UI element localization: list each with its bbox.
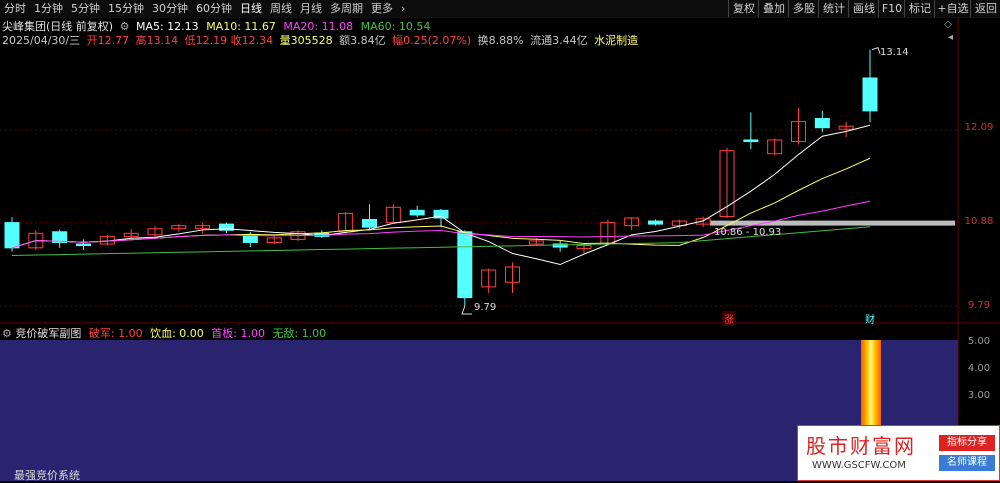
axis-level-2: 10.88	[964, 216, 994, 227]
high-leader	[871, 47, 881, 54]
sub-axis-level-1: 5.00	[967, 336, 991, 347]
tab-2[interactable]: 5分钟	[67, 0, 104, 17]
zhang-tag[interactable]: 涨	[722, 311, 736, 326]
candle-body	[862, 77, 878, 112]
toolbar-button-6[interactable]: 标记	[904, 0, 935, 17]
candle-body	[648, 220, 663, 225]
tab-4[interactable]: 30分钟	[148, 0, 192, 17]
kline-chart[interactable]	[0, 17, 1000, 481]
candle-body	[4, 222, 20, 249]
tab-0[interactable]: 分时	[0, 0, 30, 17]
candle-body	[814, 118, 830, 129]
axis-level-1: 12.09	[964, 122, 994, 133]
tab-6[interactable]: 日线	[236, 0, 266, 17]
candle-body	[457, 231, 473, 299]
tab-3[interactable]: 15分钟	[104, 0, 148, 17]
range-marker: 10.86 - 10.93	[714, 227, 782, 238]
watermark-url: WWW.GSCFW.COM	[812, 460, 906, 471]
toolbar-button-8[interactable]: 返回	[970, 0, 1000, 17]
tab-8[interactable]: 月线	[296, 0, 326, 17]
high-marker: 13.14	[880, 47, 909, 58]
axis-level-3: 9.79	[967, 300, 991, 311]
tab-9[interactable]: 多周期	[326, 0, 367, 17]
price-band	[710, 220, 955, 226]
watermark-tag-course: 名师课程	[939, 455, 995, 471]
sub-axis-level-2: 4.00	[967, 363, 991, 374]
tab-7[interactable]: 周线	[266, 0, 296, 17]
toolbar-button-1[interactable]: 叠加	[758, 0, 789, 17]
toolbar-button-3[interactable]: 统计	[818, 0, 849, 17]
period-tabs: 分时 1分钟 5分钟 15分钟 30分钟 60分钟 日线 周线 月线 多周期 更多 ›	[0, 0, 409, 17]
sub-axis-level-3: 3.00	[967, 390, 991, 401]
watermark-title: 股市财富网	[806, 434, 916, 458]
candle-body	[743, 139, 759, 142]
tab-5[interactable]: 60分钟	[192, 0, 236, 17]
more-chevron-icon[interactable]: ›	[397, 0, 409, 17]
toolbar-button-7[interactable]: +自选	[934, 0, 971, 17]
toolbar-button-5[interactable]: F10	[878, 0, 905, 17]
candle-body	[362, 219, 377, 228]
tab-1[interactable]: 1分钟	[30, 0, 67, 17]
candle-body	[409, 209, 425, 216]
low-marker: 9.79	[474, 302, 497, 313]
cai-tag[interactable]: 财	[865, 311, 875, 326]
indicator-header: ⚙ 竞价破军副图 破军: 1.00 饮血: 0.00 首板: 1.00 无敌: …	[2, 325, 326, 341]
wudi-value: 无敌: 1.00	[272, 327, 327, 340]
indicator-name[interactable]: 竞价破军副图	[15, 327, 81, 340]
yingxue-value: 饮血: 0.00	[150, 327, 204, 340]
ma5-line	[11, 124, 871, 266]
watermark-tag-share: 指标分享	[939, 435, 995, 451]
shouban-value: 首板: 1.00	[211, 327, 265, 340]
low-leader	[461, 305, 472, 315]
toolbar-button-2[interactable]: 多股	[788, 0, 819, 17]
indicator-settings-icon[interactable]: ⚙	[2, 327, 12, 340]
toolbar-button-4[interactable]: 画线	[848, 0, 879, 17]
pojun-value: 破军: 1.00	[88, 327, 143, 340]
toolbar-button-0[interactable]: 复权	[728, 0, 759, 17]
tab-10[interactable]: 更多	[367, 0, 397, 17]
candle-body	[76, 243, 91, 247]
watermark-logo: 股市财富网 WWW.GSCFW.COM 指标分享 名师课程	[797, 425, 1000, 481]
